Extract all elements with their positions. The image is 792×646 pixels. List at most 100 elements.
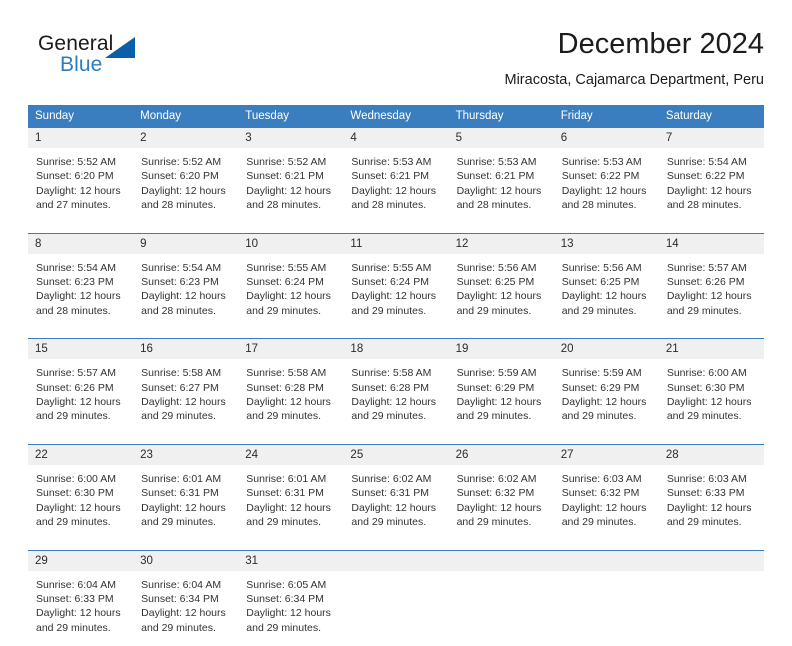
day-cell-content: Sunrise: 5:55 AMSunset: 6:24 PMDaylight:… (239, 255, 342, 329)
week-detail-row: Sunrise: 5:57 AMSunset: 6:26 PMDaylight:… (28, 359, 764, 435)
general-blue-logo[interactable]: General Blue (28, 30, 228, 86)
day-cell-content: Sunrise: 5:53 AMSunset: 6:21 PMDaylight:… (450, 149, 553, 223)
day-number[interactable]: 9 (133, 233, 238, 254)
day-number[interactable]: 26 (449, 444, 554, 465)
day-cell[interactable]: Sunrise: 5:53 AMSunset: 6:21 PMDaylight:… (449, 148, 554, 224)
daylight-text-line1: Daylight: 12 hours (246, 395, 336, 409)
daylight-text-line2: and 29 minutes. (36, 515, 126, 529)
calendar-page: General Blue December 2024 Miracosta, Ca… (0, 0, 792, 612)
day-cell[interactable]: Sunrise: 6:04 AMSunset: 6:34 PMDaylight:… (133, 571, 238, 646)
daylight-text-line1: Daylight: 12 hours (141, 395, 231, 409)
sunrise-text: Sunrise: 6:03 AM (667, 472, 757, 486)
day-cell-content: Sunrise: 5:59 AMSunset: 6:29 PMDaylight:… (555, 360, 658, 434)
daylight-text-line2: and 29 minutes. (457, 409, 547, 423)
daylight-text-line1: Daylight: 12 hours (562, 289, 652, 303)
day-cell[interactable]: Sunrise: 6:05 AMSunset: 6:34 PMDaylight:… (238, 571, 343, 646)
day-number[interactable]: 21 (659, 339, 764, 360)
day-number-empty (449, 550, 554, 571)
day-cell[interactable]: Sunrise: 5:52 AMSunset: 6:20 PMDaylight:… (28, 148, 133, 224)
daylight-text-line1: Daylight: 12 hours (36, 289, 126, 303)
daylight-text-line2: and 29 minutes. (141, 409, 231, 423)
week-spacer (28, 541, 764, 551)
daylight-text-line1: Daylight: 12 hours (36, 501, 126, 515)
day-number[interactable]: 12 (449, 233, 554, 254)
day-cell[interactable]: Sunrise: 5:58 AMSunset: 6:27 PMDaylight:… (133, 359, 238, 435)
day-cell[interactable]: Sunrise: 5:52 AMSunset: 6:20 PMDaylight:… (133, 148, 238, 224)
day-number[interactable]: 6 (554, 128, 659, 149)
sunrise-text: Sunrise: 5:57 AM (667, 261, 757, 275)
calendar-body: 1234567Sunrise: 5:52 AMSunset: 6:20 PMDa… (28, 128, 764, 646)
day-number[interactable]: 14 (659, 233, 764, 254)
day-number[interactable]: 23 (133, 444, 238, 465)
daylight-text-line2: and 29 minutes. (562, 409, 652, 423)
day-number[interactable]: 24 (238, 444, 343, 465)
day-cell-content: Sunrise: 6:04 AMSunset: 6:33 PMDaylight:… (29, 572, 132, 646)
day-number[interactable]: 19 (449, 339, 554, 360)
day-cell[interactable]: Sunrise: 5:54 AMSunset: 6:22 PMDaylight:… (659, 148, 764, 224)
day-number[interactable]: 2 (133, 128, 238, 149)
day-cell[interactable]: Sunrise: 5:58 AMSunset: 6:28 PMDaylight:… (238, 359, 343, 435)
sunset-text: Sunset: 6:32 PM (562, 486, 652, 500)
sunset-text: Sunset: 6:33 PM (36, 592, 126, 606)
day-number[interactable]: 17 (238, 339, 343, 360)
day-number[interactable]: 5 (449, 128, 554, 149)
day-cell[interactable]: Sunrise: 6:02 AMSunset: 6:31 PMDaylight:… (343, 465, 448, 541)
day-number[interactable]: 13 (554, 233, 659, 254)
day-number[interactable]: 29 (28, 550, 133, 571)
day-cell[interactable]: Sunrise: 6:03 AMSunset: 6:32 PMDaylight:… (554, 465, 659, 541)
day-cell[interactable]: Sunrise: 6:00 AMSunset: 6:30 PMDaylight:… (659, 359, 764, 435)
day-cell-empty (659, 571, 764, 646)
daylight-text-line1: Daylight: 12 hours (141, 184, 231, 198)
day-cell-content: Sunrise: 5:57 AMSunset: 6:26 PMDaylight:… (29, 360, 132, 434)
daylight-text-line1: Daylight: 12 hours (562, 184, 652, 198)
day-cell[interactable]: Sunrise: 5:54 AMSunset: 6:23 PMDaylight:… (133, 254, 238, 330)
day-cell-content: Sunrise: 6:00 AMSunset: 6:30 PMDaylight:… (660, 360, 763, 434)
daylight-text-line2: and 29 minutes. (141, 621, 231, 635)
day-cell[interactable]: Sunrise: 5:58 AMSunset: 6:28 PMDaylight:… (343, 359, 448, 435)
day-cell[interactable]: Sunrise: 6:01 AMSunset: 6:31 PMDaylight:… (238, 465, 343, 541)
day-cell[interactable]: Sunrise: 5:57 AMSunset: 6:26 PMDaylight:… (659, 254, 764, 330)
day-number[interactable]: 28 (659, 444, 764, 465)
day-number[interactable]: 30 (133, 550, 238, 571)
day-number[interactable]: 31 (238, 550, 343, 571)
day-number[interactable]: 10 (238, 233, 343, 254)
sunset-text: Sunset: 6:20 PM (36, 169, 126, 183)
day-number[interactable]: 22 (28, 444, 133, 465)
day-number[interactable]: 16 (133, 339, 238, 360)
day-cell[interactable]: Sunrise: 5:59 AMSunset: 6:29 PMDaylight:… (449, 359, 554, 435)
day-number[interactable]: 4 (343, 128, 448, 149)
day-number[interactable]: 3 (238, 128, 343, 149)
day-cell[interactable]: Sunrise: 5:55 AMSunset: 6:24 PMDaylight:… (238, 254, 343, 330)
day-cell[interactable]: Sunrise: 5:52 AMSunset: 6:21 PMDaylight:… (238, 148, 343, 224)
day-cell[interactable]: Sunrise: 6:00 AMSunset: 6:30 PMDaylight:… (28, 465, 133, 541)
day-cell[interactable]: Sunrise: 5:53 AMSunset: 6:21 PMDaylight:… (343, 148, 448, 224)
sunset-text: Sunset: 6:25 PM (457, 275, 547, 289)
day-number[interactable]: 8 (28, 233, 133, 254)
day-cell[interactable]: Sunrise: 5:55 AMSunset: 6:24 PMDaylight:… (343, 254, 448, 330)
day-number[interactable]: 18 (343, 339, 448, 360)
sunrise-text: Sunrise: 5:53 AM (351, 155, 441, 169)
day-number[interactable]: 20 (554, 339, 659, 360)
day-cell[interactable]: Sunrise: 5:53 AMSunset: 6:22 PMDaylight:… (554, 148, 659, 224)
day-cell[interactable]: Sunrise: 5:54 AMSunset: 6:23 PMDaylight:… (28, 254, 133, 330)
day-number[interactable]: 15 (28, 339, 133, 360)
day-number[interactable]: 7 (659, 128, 764, 149)
day-cell[interactable]: Sunrise: 6:01 AMSunset: 6:31 PMDaylight:… (133, 465, 238, 541)
day-cell[interactable]: Sunrise: 5:59 AMSunset: 6:29 PMDaylight:… (554, 359, 659, 435)
day-cell[interactable]: Sunrise: 6:02 AMSunset: 6:32 PMDaylight:… (449, 465, 554, 541)
daylight-text-line2: and 28 minutes. (141, 198, 231, 212)
day-number[interactable]: 25 (343, 444, 448, 465)
day-cell[interactable]: Sunrise: 6:04 AMSunset: 6:33 PMDaylight:… (28, 571, 133, 646)
day-cell[interactable]: Sunrise: 6:03 AMSunset: 6:33 PMDaylight:… (659, 465, 764, 541)
day-cell[interactable]: Sunrise: 5:56 AMSunset: 6:25 PMDaylight:… (554, 254, 659, 330)
sunset-text: Sunset: 6:30 PM (667, 381, 757, 395)
day-cell[interactable]: Sunrise: 5:57 AMSunset: 6:26 PMDaylight:… (28, 359, 133, 435)
day-number[interactable]: 11 (343, 233, 448, 254)
day-number[interactable]: 27 (554, 444, 659, 465)
day-cell-content (450, 600, 553, 616)
day-number[interactable]: 1 (28, 128, 133, 149)
daylight-text-line2: and 29 minutes. (457, 304, 547, 318)
day-cell[interactable]: Sunrise: 5:56 AMSunset: 6:25 PMDaylight:… (449, 254, 554, 330)
week-daynumber-row: 1234567 (28, 128, 764, 149)
daylight-text-line1: Daylight: 12 hours (141, 289, 231, 303)
